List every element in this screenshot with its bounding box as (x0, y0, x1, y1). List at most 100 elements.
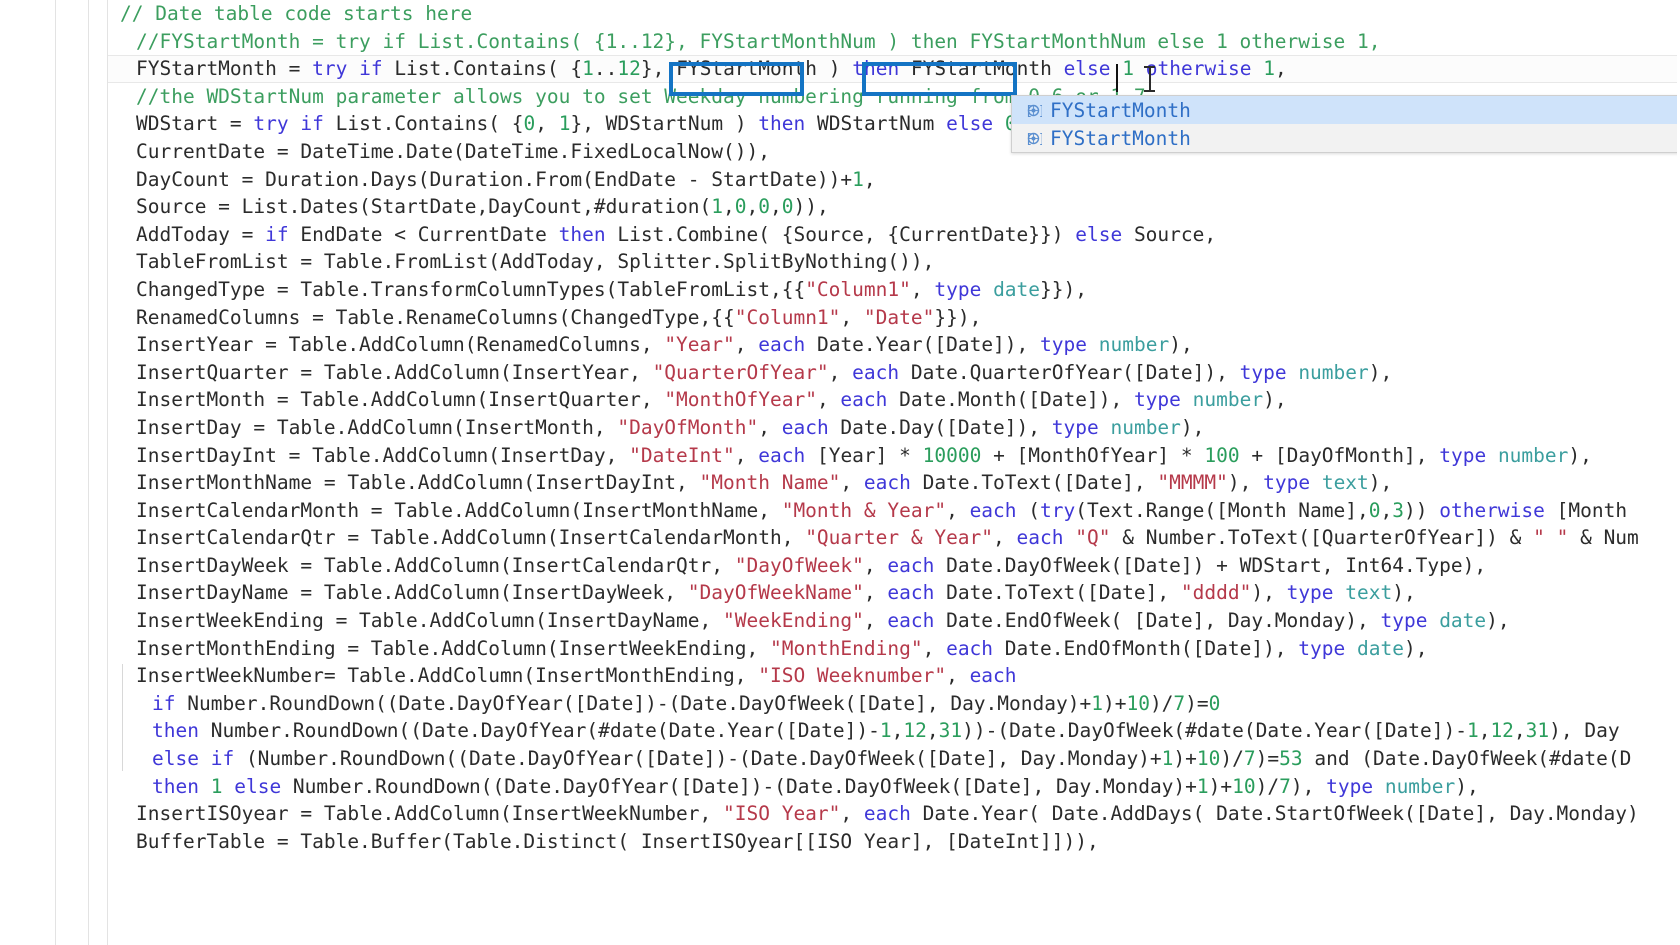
code-token: "Column1" (805, 277, 911, 301)
code-token: }, FYStartMonth ) (640, 57, 853, 81)
code-token: // Date table code starts here (120, 2, 473, 25)
code-token: and (Date.DayOfWeek(#date(D (1302, 747, 1632, 771)
code-token: InsertDay = Table.AddColumn(InsertMonth, (136, 415, 618, 439)
code-token: if (359, 57, 383, 81)
code-token: then (152, 719, 199, 743)
code-token: )+ (1208, 774, 1233, 798)
code-token: , (891, 719, 904, 743)
code-token: Number.RoundDown((Date.DayOfYear([Date])… (175, 691, 1092, 715)
code-line[interactable]: //FYStartMonth = try if List.Contains( {… (108, 28, 1680, 56)
code-token: text (1321, 471, 1369, 495)
intellisense-popup[interactable]: []FYStartMonth[]FYStartMonth (1011, 95, 1680, 153)
code-line[interactable]: InsertCalendarQtr = Table.AddColumn(Inse… (108, 524, 1680, 552)
code-line[interactable]: TableFromList = Table.FromList(AddToday,… (108, 248, 1680, 276)
code-token: otherwise (1145, 57, 1252, 81)
code-token: "MonthEnding" (769, 636, 923, 660)
code-token: Number.RoundDown((Date.DayOfYear([Date])… (281, 774, 1197, 798)
code-line[interactable]: BufferTable = Table.Buffer(Table.Distinc… (108, 828, 1680, 856)
code-token: }, WDStartNum ) (570, 112, 759, 136)
code-token: type (1263, 471, 1311, 495)
code-token: 1 (711, 195, 724, 219)
code-token: , (926, 719, 939, 743)
code-token: "Date" (863, 305, 935, 329)
code-token: InsertYear = Table.AddColumn(RenamedColu… (136, 333, 665, 357)
code-line[interactable]: InsertDay = Table.AddColumn(InsertMonth,… (108, 414, 1680, 442)
indent-guide (122, 664, 123, 771)
code-line[interactable]: InsertWeekNumber= Table.AddColumn(Insert… (108, 662, 1680, 690)
code-token: )/ (1149, 691, 1174, 715)
code-token: 12 (617, 57, 641, 81)
code-token: type (1040, 333, 1087, 357)
code-token: ), (1455, 774, 1479, 798)
code-token: else (152, 747, 199, 771)
code-line[interactable]: InsertDayInt = Table.AddColumn(InsertDay… (108, 442, 1680, 470)
code-token: InsertMonth = Table.AddColumn(InsertQuar… (136, 388, 665, 412)
code-line[interactable]: InsertMonth = Table.AddColumn(InsertQuar… (108, 386, 1680, 414)
code-token: RenamedColumns = Table.RenameColumns(Cha… (136, 305, 735, 329)
code-token: "DateInt" (629, 443, 735, 467)
svg-text:]: ] (1038, 104, 1042, 118)
code-token: 1 (558, 112, 571, 136)
code-line[interactable]: DayCount = Duration.Days(Duration.From(E… (108, 166, 1680, 194)
code-line[interactable]: InsertISOyear = Table.AddColumn(InsertWe… (108, 800, 1680, 828)
code-line[interactable]: else if (Number.RoundDown((Date.DayOfYea… (108, 745, 1680, 773)
code-token: InsertWeekNumber= Table.AddColumn(Insert… (136, 664, 759, 688)
code-line[interactable]: // Date table code starts here (108, 0, 1680, 28)
code-token: , (1380, 498, 1393, 522)
code-line[interactable]: then 1 else Number.RoundDown((Date.DayOf… (108, 773, 1680, 801)
code-token: if (265, 222, 289, 246)
code-token: EndDate < CurrentDate (288, 222, 559, 246)
code-token: each (758, 443, 806, 467)
code-token: 0 (523, 112, 536, 136)
code-line[interactable]: InsertDayWeek = Table.AddColumn(InsertCa… (108, 552, 1680, 580)
code-token: number (1192, 388, 1264, 412)
code-token: Date.ToText([Date], (910, 471, 1158, 495)
code-line[interactable]: InsertDayName = Table.AddColumn(InsertDa… (108, 579, 1680, 607)
intellisense-item-label: FYStartMonth (1050, 98, 1191, 122)
code-token: , (734, 443, 759, 467)
code-line[interactable]: AddToday = if EndDate < CurrentDate then… (108, 221, 1680, 249)
code-token: InsertMonthName = Table.AddColumn(Insert… (136, 471, 700, 495)
code-line[interactable]: InsertQuarter = Table.AddColumn(InsertYe… (108, 359, 1680, 387)
code-line[interactable]: InsertWeekEnding = Table.AddColumn(Inser… (108, 607, 1680, 635)
code-token: ))-(Date.DayOfWeek(#date(Date.Year([Date… (962, 719, 1467, 743)
code-token: "DayOfWeek" (734, 553, 864, 577)
code-token: TableFromList = Table.FromList(AddToday,… (136, 250, 935, 274)
code-token: "Q" (1075, 526, 1111, 550)
code-line[interactable]: InsertMonthEnding = Table.AddColumn(Inse… (108, 635, 1680, 663)
code-line[interactable]: then Number.RoundDown((Date.DayOfYear(#d… (108, 717, 1680, 745)
code-line[interactable]: if Number.RoundDown((Date.DayOfYear([Dat… (108, 690, 1680, 718)
code-token: 12 (1490, 719, 1514, 743)
code-token: type (1326, 774, 1374, 798)
code-token: , (840, 471, 864, 495)
code-token: 3 (1392, 498, 1404, 522)
code-token: )+ (1173, 747, 1197, 771)
code-line[interactable]: RenamedColumns = Table.RenameColumns(Cha… (108, 304, 1680, 332)
code-line[interactable]: InsertCalendarMonth = Table.AddColumn(In… (108, 497, 1680, 525)
code-token: each (781, 415, 829, 439)
code-line[interactable]: Source = List.Dates(StartDate,DayCount,#… (108, 193, 1680, 221)
code-token: Date.EndOfWeek( [Date], Day.Monday), (934, 609, 1381, 633)
intellisense-item[interactable]: []FYStartMonth (1012, 124, 1680, 152)
code-token: 1 (210, 774, 223, 798)
code-line[interactable]: ChangedType = Table.TransformColumnTypes… (108, 276, 1680, 304)
code-token: 1 (582, 57, 594, 81)
code-token: "MonthOfYear" (664, 388, 817, 412)
code-token: , (828, 360, 853, 384)
code-line[interactable]: FYStartMonth = try if List.Contains( {1.… (108, 55, 1680, 83)
code-line[interactable]: InsertYear = Table.AddColumn(RenamedColu… (108, 331, 1680, 359)
code-token: InsertCalendarMonth = Table.AddColumn(In… (136, 498, 782, 522)
code-token: 0 (1368, 498, 1381, 522)
code-token: "Quarter & Year" (805, 526, 994, 550)
code-token: List.Contains( { (323, 112, 524, 136)
code-token: each (758, 333, 806, 357)
intellisense-item[interactable]: []FYStartMonth (1012, 96, 1680, 124)
code-token: 1 (1466, 719, 1479, 743)
code-token: number (1298, 360, 1369, 384)
code-token: )= (1185, 691, 1209, 715)
code-line[interactable]: InsertMonthName = Table.AddColumn(Insert… (108, 469, 1680, 497)
